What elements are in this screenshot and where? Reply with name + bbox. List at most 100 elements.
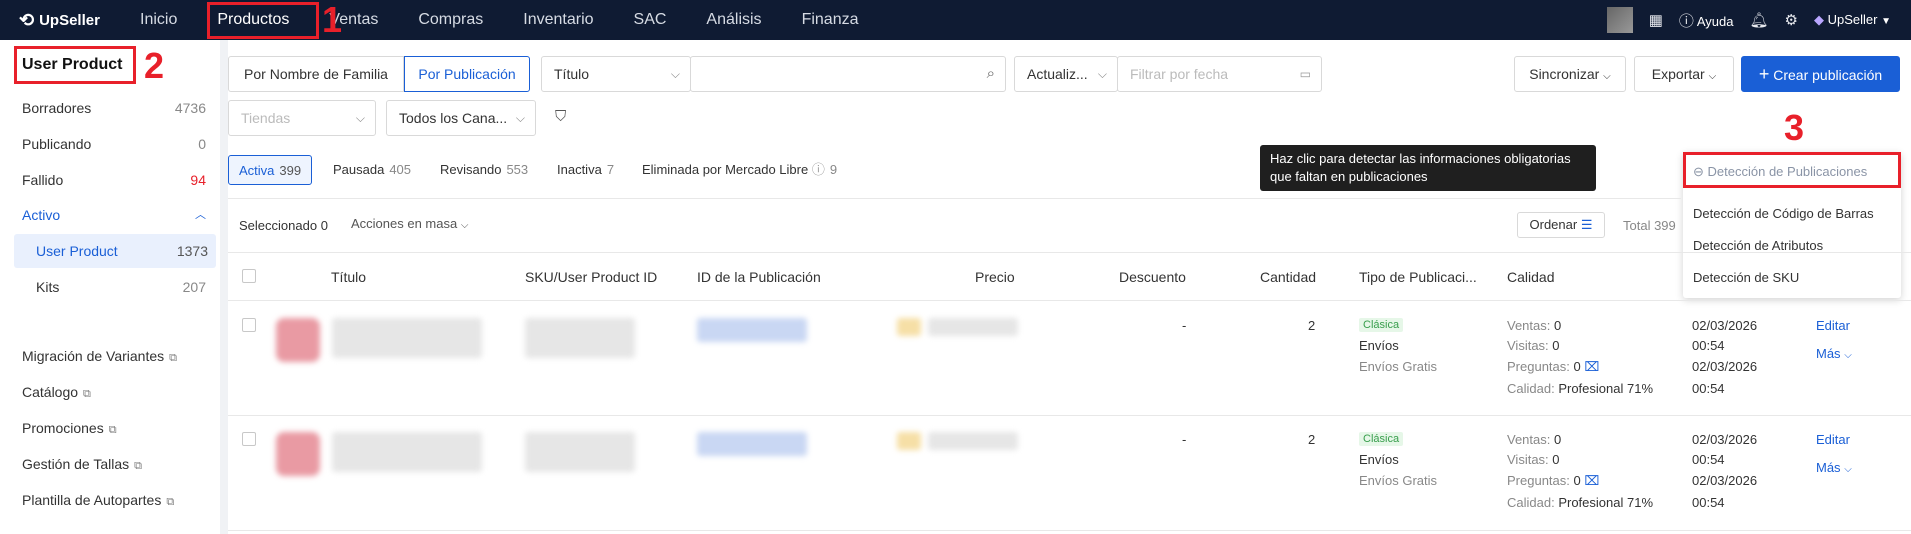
sidebar-item-migracion[interactable]: Migración de Variantes ⧉ [0,339,214,373]
sort-button[interactable]: Ordenar ☰ [1517,212,1605,238]
row-questions-label: Preguntas: [1507,359,1570,374]
selected-info: Seleccionado 0 [239,218,328,233]
logo-text: UpSeller [39,12,100,29]
nav-inicio[interactable]: Inicio [140,0,177,40]
row-quantity: 2 [1308,432,1316,447]
sidebar-item-tallas[interactable]: Gestión de Tallas ⧉ [0,447,214,481]
grid-icon[interactable]: ▦ [1649,11,1663,29]
sidebar-item-label: User Product [36,243,118,259]
bell-icon[interactable]: 🔔︎ [1749,11,1768,29]
bulk-actions-button[interactable]: Acciones en masa ⌵ [351,216,468,231]
row-questions-label: Preguntas: [1507,473,1570,488]
mode-publication-button[interactable]: Por Publicación [404,56,530,92]
table-header-border [228,300,1911,301]
mode-family-button[interactable]: Por Nombre de Familia [228,56,404,92]
row-checkbox[interactable] [242,432,256,446]
row-discount: - [1182,318,1187,333]
nav-finanza[interactable]: Finanza [802,0,859,40]
create-publication-button[interactable]: + Crear publicación [1741,56,1900,92]
nav-compras[interactable]: Compras [418,0,483,40]
selected-count: 0 [320,218,328,233]
detection-header[interactable]: ⊖ Detección de Publicaciones [1693,164,1867,180]
column-header-sku: SKU/User Product ID [525,269,658,285]
top-navigation-bar: ⟲ UpSeller Inicio Productos Ventas Compr… [0,0,1911,40]
sidebar-item-publicando[interactable]: Publicando 0 [0,127,214,161]
topbar-right-tools: ▦ ⓘ Ayuda 🔔︎ ⚙ ◆ UpSeller ▼ [1606,0,1891,40]
tab-inactiva[interactable]: Inactiva 7 [557,155,614,185]
price-blurred [928,318,1018,336]
row-sales: Ventas: 0 [1507,432,1561,447]
main-nav: Inicio Productos Ventas Compras Inventar… [140,0,898,40]
sidebar-item-label: Migración de Variantes [22,348,165,364]
row-time2: 00:54 [1692,495,1725,510]
nav-analisis[interactable]: Análisis [706,0,761,40]
chevron-down-icon: ⌵ [1844,350,1852,361]
search-input[interactable]: ⌕ [690,56,1006,92]
sidebar-item-kits[interactable]: Kits 207 [0,270,214,304]
sidebar-item-user-product[interactable]: User Product 1373 [14,234,216,268]
row-edit-link[interactable]: Editar [1816,318,1850,333]
nav-inventario[interactable]: Inventario [523,0,593,40]
filter-icon[interactable]: ⛉ [555,108,566,125]
app-logo[interactable]: ⟲ UpSeller [19,10,100,31]
detection-sku-item[interactable]: Detección de SKU [1693,270,1799,285]
sidebar-item-activo[interactable]: Activo ︿ [0,198,214,232]
tab-eliminada[interactable]: Eliminada por Mercado Libre ⓘ 9 [642,155,837,185]
help-label: Ayuda [1696,13,1734,29]
nav-sac[interactable]: SAC [634,0,667,40]
row-shipping: Envíos [1359,338,1399,353]
row-more-menu[interactable]: Más ⌵ [1816,346,1852,361]
tab-pausada[interactable]: Pausada 405 [333,155,411,185]
account-menu[interactable]: ◆ UpSeller ▼ [1814,12,1891,28]
export-button[interactable]: Exportar ⌵ [1634,56,1734,92]
column-header-price[interactable]: Precio [975,269,1015,285]
row-sales-value: 0 [1554,432,1562,447]
tab-label: Pausada [333,162,385,177]
row-more-menu[interactable]: Más ⌵ [1816,460,1852,475]
tab-revisando[interactable]: Revisando 553 [440,155,528,185]
channels-select[interactable]: Todos los Cana... ⌵ [386,100,536,136]
title-select[interactable]: Título ⌵ [541,56,691,92]
sidebar-item-label: Publicando [22,136,92,152]
sidebar-item-count: 1373 [176,243,208,259]
help-icon: ⓘ [1678,12,1694,30]
gear-icon[interactable]: ⚙ [1785,11,1798,29]
row-time2: 00:54 [1692,381,1725,396]
nav-productos[interactable]: Productos [217,0,289,40]
column-header-title[interactable]: Título [331,269,366,285]
detection-barcode-item[interactable]: Detección de Código de Barras [1693,206,1874,221]
questions-icon[interactable]: ⌧ [1584,473,1599,488]
row-sales: Ventas: 0 [1507,318,1561,333]
sync-button[interactable]: Sincronizar ⌵ [1514,56,1626,92]
row-checkbox[interactable] [242,318,256,332]
sidebar-item-borradores[interactable]: Borradores 4736 [0,91,214,125]
row-visits-value: 0 [1552,452,1560,467]
stores-select[interactable]: Tiendas ⌵ [228,100,376,136]
row-more-label: Más [1816,460,1841,475]
row-free-shipping: Envíos Gratis [1359,359,1438,374]
sidebar-item-count: 94 [190,172,206,188]
tab-activa[interactable]: Activa 399 [228,155,313,185]
question-icon: ⓘ [811,162,825,177]
help-link[interactable]: ⓘ Ayuda [1679,10,1734,31]
sidebar-item-promociones[interactable]: Promociones ⧉ [0,411,214,445]
tab-label: Revisando [440,162,502,177]
avatar[interactable] [1606,7,1633,33]
column-header-publication-id: ID de la Publicación [697,269,821,285]
sidebar-item-fallido[interactable]: Fallido 94 [0,163,214,197]
row-date1: 02/03/2026 [1692,318,1758,333]
questions-icon[interactable]: ⌧ [1584,359,1599,374]
detection-attributes-item[interactable]: Detección de Atributos [1693,238,1823,253]
column-header-quantity[interactable]: Cantidad [1260,269,1316,285]
sidebar-item-catalogo[interactable]: Catálogo ⧉ [0,375,214,409]
row-edit-link[interactable]: Editar [1816,432,1850,447]
updated-select[interactable]: Actualiz... ⌵ [1014,56,1118,92]
bulk-actions-label: Acciones en masa [351,216,458,231]
select-all-checkbox[interactable] [242,269,256,283]
publication-id-blurred [697,432,807,456]
chevron-down-icon: ⌵ [1097,67,1107,81]
date-filter-input[interactable]: Filtrar por fecha ▭ [1117,56,1322,92]
search-icon[interactable]: ⌕ [987,57,995,91]
sidebar-item-autopartes[interactable]: Plantilla de Autopartes ⧉ [0,483,214,517]
sidebar-item-label: Kits [36,279,60,295]
